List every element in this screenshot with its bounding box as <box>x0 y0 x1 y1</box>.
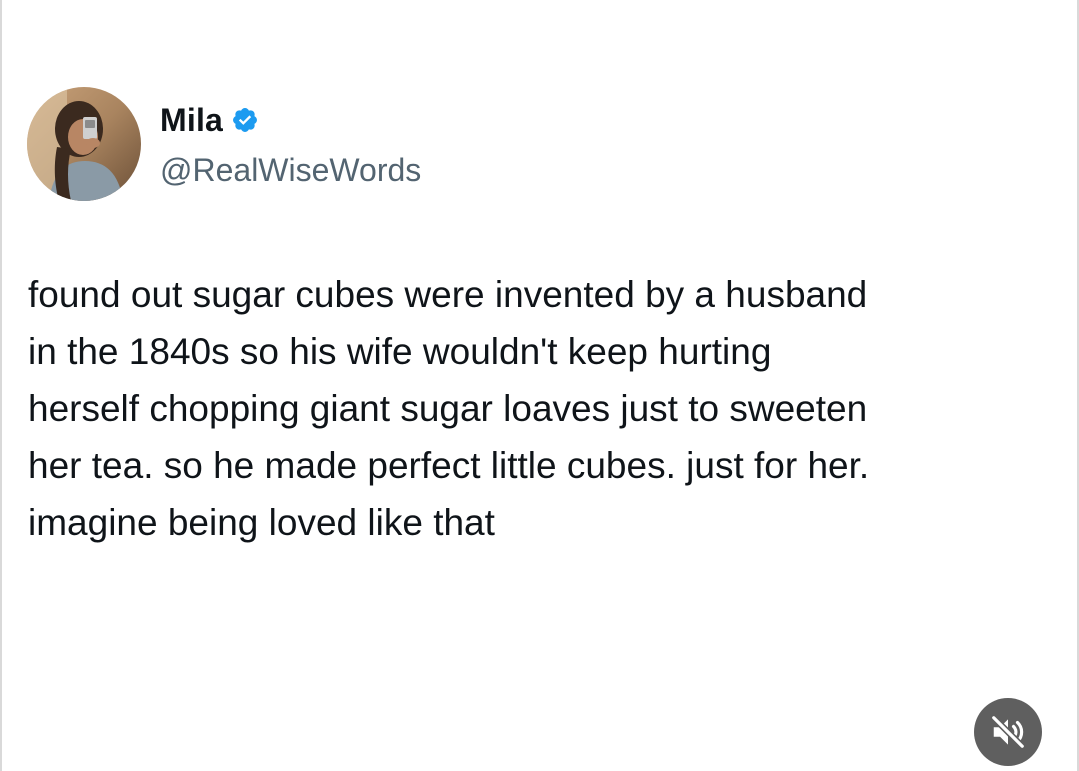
author-handle[interactable]: @RealWiseWords <box>160 150 421 190</box>
tweet-card: Mila @RealWiseWords found out sugar cube… <box>0 0 1079 771</box>
author-display-name[interactable]: Mila <box>160 102 223 139</box>
author-name-row: Mila <box>160 100 259 140</box>
mute-toggle-button[interactable] <box>974 698 1042 766</box>
avatar[interactable] <box>27 87 141 201</box>
tweet-line: herself chopping giant sugar loaves just… <box>28 388 868 429</box>
tweet-line: in the 1840s so his wife wouldn't keep h… <box>28 331 772 372</box>
tweet-body: found out sugar cubes were invented by a… <box>28 266 1038 551</box>
speaker-muted-icon <box>990 714 1026 750</box>
verified-badge-icon <box>231 106 259 134</box>
tweet-line: imagine being loved like that <box>28 502 495 543</box>
tweet-line: found out sugar cubes were invented by a… <box>28 274 868 315</box>
profile-photo <box>27 87 141 201</box>
tweet-line: her tea. so he made perfect little cubes… <box>28 445 870 486</box>
